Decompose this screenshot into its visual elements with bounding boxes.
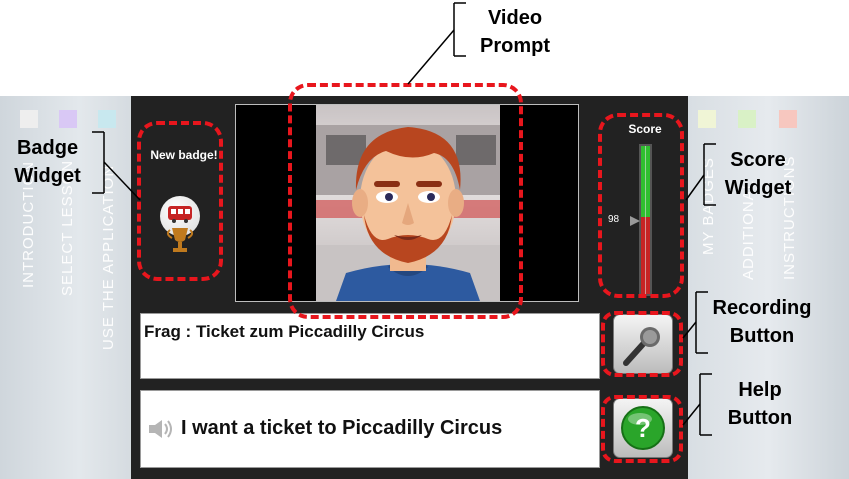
score-widget-callout: Score Widget bbox=[708, 146, 808, 202]
help-button-callout: Help Button bbox=[710, 376, 810, 432]
callout-line-1: Recording bbox=[712, 297, 812, 319]
badge-widget-callout: Badge Widget bbox=[0, 134, 95, 190]
callout-line-1: Video bbox=[487, 7, 543, 29]
callout-line-1: Badge bbox=[16, 137, 79, 159]
callout-line-2: Prompt bbox=[480, 35, 550, 57]
callout-line-2: Button bbox=[727, 407, 793, 429]
callout-line-2: Button bbox=[729, 325, 795, 347]
recording-button-callout: Recording Button bbox=[698, 294, 826, 350]
callout-line-2: Widget bbox=[14, 165, 81, 187]
callout-line-1: Help bbox=[738, 379, 782, 401]
video-prompt-callout: Video Prompt bbox=[460, 4, 570, 60]
callout-line-1: Score bbox=[730, 149, 786, 171]
callout-line-2: Widget bbox=[724, 177, 792, 199]
